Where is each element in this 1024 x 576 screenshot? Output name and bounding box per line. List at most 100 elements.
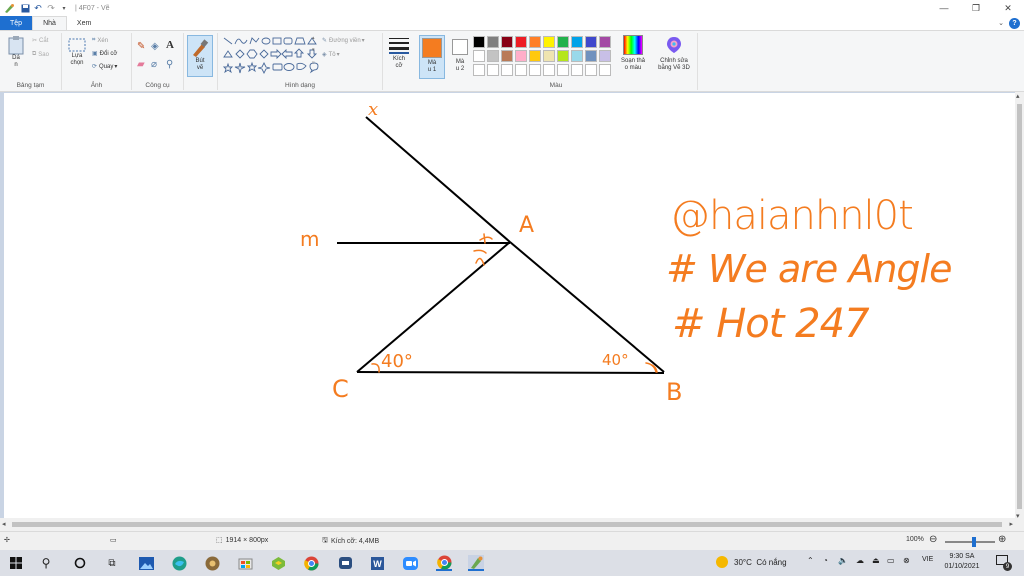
language-indicator[interactable]: VIE bbox=[922, 556, 933, 563]
palette-swatch[interactable] bbox=[543, 36, 555, 48]
zoom-slider-thumb[interactable] bbox=[972, 537, 976, 547]
crop-button[interactable]: ⌗ Xén bbox=[92, 37, 108, 44]
pencil-icon[interactable]: ✎ bbox=[137, 41, 145, 52]
brushes-button[interactable]: Bút vẽ bbox=[187, 35, 213, 77]
tray-expand-icon[interactable]: ⌃ bbox=[807, 556, 814, 565]
palette-swatch[interactable] bbox=[557, 64, 569, 76]
scroll-left-arrow-icon[interactable]: ◂ bbox=[2, 520, 6, 528]
scroll-up-icon[interactable]: ▴ bbox=[312, 35, 315, 41]
paste-button[interactable]: Dá n bbox=[5, 35, 27, 69]
drawing-canvas[interactable]: x m A C B 40° 40° @haianhnl0t # We are A… bbox=[4, 93, 1015, 518]
copy-button[interactable]: ⧉ Sao bbox=[32, 51, 49, 58]
chrome-active-icon[interactable] bbox=[436, 555, 452, 571]
palette-swatch[interactable] bbox=[543, 64, 555, 76]
vertical-scrollbar[interactable]: ▴ ▾ bbox=[1015, 92, 1024, 520]
palette-swatch[interactable] bbox=[473, 36, 485, 48]
cut-button[interactable]: ✂ Cắt bbox=[32, 37, 48, 45]
weather-widget[interactable]: 30°C Có nắng bbox=[716, 556, 787, 568]
palette-swatch[interactable] bbox=[543, 50, 555, 62]
clock[interactable]: 9:30 SA 01/10/2021 bbox=[942, 552, 982, 572]
palette-swatch[interactable] bbox=[501, 50, 513, 62]
select-button[interactable]: Lựa chọn bbox=[66, 37, 88, 67]
eraser-icon[interactable]: ▰ bbox=[137, 59, 145, 70]
palette-swatch[interactable] bbox=[557, 50, 569, 62]
quick-access-dropdown-icon[interactable]: ▾ bbox=[58, 2, 70, 14]
help-icon[interactable]: ? bbox=[1009, 18, 1020, 29]
palette-swatch[interactable] bbox=[529, 36, 541, 48]
undo-icon[interactable]: ↶ bbox=[32, 2, 44, 14]
search-icon[interactable]: ⚲ bbox=[38, 555, 54, 571]
close-button[interactable]: ✕ bbox=[992, 0, 1024, 16]
palette-swatch[interactable] bbox=[557, 36, 569, 48]
tab-file[interactable]: Tệp bbox=[0, 16, 33, 30]
size-button[interactable]: Kích cỡ bbox=[386, 36, 412, 70]
tab-home[interactable]: Nhà bbox=[32, 16, 67, 30]
outline-button[interactable]: ✎ Đường viền ▾ bbox=[322, 37, 365, 45]
fill-bucket-icon[interactable]: ◈ bbox=[151, 41, 159, 52]
rotate-button[interactable]: ⟳ Quay ▾ bbox=[92, 63, 117, 71]
onedrive-icon[interactable]: ☁ bbox=[856, 556, 864, 565]
palette-swatch[interactable] bbox=[515, 50, 527, 62]
cortana-icon[interactable] bbox=[72, 555, 88, 571]
paint-app-active-icon[interactable] bbox=[468, 555, 484, 571]
color-picker-icon[interactable]: ⌀ bbox=[151, 59, 157, 70]
palette-swatch[interactable] bbox=[487, 36, 499, 48]
edge-browser-icon[interactable] bbox=[171, 555, 187, 571]
palette-swatch[interactable] bbox=[585, 64, 597, 76]
palette-swatch[interactable] bbox=[571, 50, 583, 62]
usb-icon[interactable]: ⏏ bbox=[872, 556, 880, 565]
palette-swatch[interactable] bbox=[571, 64, 583, 76]
zoom-slider[interactable] bbox=[945, 537, 995, 547]
windows-start-icon[interactable] bbox=[8, 555, 24, 571]
volume-icon[interactable]: 🔈 bbox=[838, 556, 848, 565]
bluestacks-app-icon[interactable] bbox=[270, 555, 286, 571]
palette-swatch[interactable] bbox=[529, 50, 541, 62]
palette-swatch[interactable] bbox=[599, 50, 611, 62]
game-app-icon[interactable] bbox=[204, 555, 220, 571]
minimize-button[interactable]: — bbox=[928, 0, 960, 16]
restore-button[interactable]: ❐ bbox=[960, 0, 992, 16]
photos-app-icon[interactable] bbox=[138, 555, 154, 571]
palette-swatch[interactable] bbox=[487, 64, 499, 76]
horizontal-scrollbar[interactable]: ◂ ▸ bbox=[0, 519, 1015, 530]
messenger-app-icon[interactable] bbox=[337, 555, 353, 571]
close-tray-icon[interactable]: ⊗ bbox=[903, 556, 910, 565]
palette-swatch[interactable] bbox=[515, 36, 527, 48]
color1-button[interactable]: Mà u 1 bbox=[419, 35, 445, 79]
network-icon[interactable]: ◔ bbox=[823, 556, 828, 565]
magnifier-icon[interactable]: ⚲ bbox=[166, 59, 173, 70]
resize-button[interactable]: ▣ Đổi cỡ bbox=[92, 50, 117, 58]
palette-swatch[interactable] bbox=[585, 36, 597, 48]
palette-swatch[interactable] bbox=[515, 64, 527, 76]
palette-swatch[interactable] bbox=[571, 36, 583, 48]
redo-icon[interactable]: ↷ bbox=[45, 2, 57, 14]
zoom-out-button[interactable]: ⊖ bbox=[929, 534, 937, 545]
palette-swatch[interactable] bbox=[501, 36, 513, 48]
palette-swatch[interactable] bbox=[501, 64, 513, 76]
tab-view[interactable]: Xem bbox=[67, 16, 101, 30]
store-app-icon[interactable] bbox=[237, 555, 253, 571]
horizontal-scroll-thumb[interactable] bbox=[12, 522, 1002, 527]
palette-swatch[interactable] bbox=[487, 50, 499, 62]
notification-button[interactable]: 9 bbox=[996, 555, 1012, 571]
palette-swatch[interactable] bbox=[599, 36, 611, 48]
word-app-icon[interactable]: W bbox=[369, 555, 385, 571]
vertical-scroll-thumb[interactable] bbox=[1017, 104, 1022, 509]
expand-gallery-icon[interactable]: ▿ bbox=[312, 60, 315, 66]
scroll-right-arrow-icon[interactable]: ▸ bbox=[1009, 520, 1013, 528]
palette-swatch[interactable] bbox=[585, 50, 597, 62]
scroll-down-icon[interactable]: ▾ bbox=[312, 47, 315, 53]
shapes-gallery[interactable] bbox=[222, 36, 320, 74]
chevron-down-icon[interactable]: ⌄ bbox=[998, 19, 1004, 27]
palette-swatch[interactable] bbox=[529, 64, 541, 76]
edit-colors-button[interactable]: Soạn thả o màu bbox=[615, 35, 651, 72]
scroll-down-arrow-icon[interactable]: ▾ bbox=[1016, 512, 1020, 520]
scroll-up-arrow-icon[interactable]: ▴ bbox=[1016, 92, 1020, 100]
text-icon[interactable]: A bbox=[166, 39, 174, 51]
save-icon[interactable] bbox=[19, 2, 31, 14]
zoom-app-icon[interactable] bbox=[402, 555, 418, 571]
palette-swatch[interactable] bbox=[599, 64, 611, 76]
chrome-browser-icon[interactable] bbox=[303, 555, 319, 571]
task-view-icon[interactable]: ⧉ bbox=[104, 555, 120, 571]
zoom-in-button[interactable]: ⊕ bbox=[998, 534, 1006, 545]
